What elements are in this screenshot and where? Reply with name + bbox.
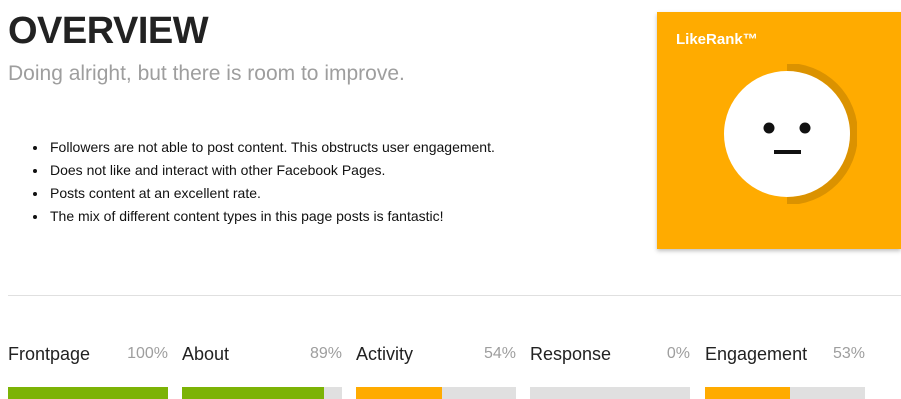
metric-progress-fill	[8, 387, 168, 399]
metric-progress-fill	[705, 387, 790, 399]
metric-percent: 100%	[127, 345, 168, 362]
page-title: OVERVIEW	[8, 10, 209, 52]
metric-progress-fill	[356, 387, 443, 399]
mouth	[774, 150, 801, 154]
metric-progress-track	[705, 387, 865, 399]
metric-name: About	[182, 344, 230, 364]
section-divider	[8, 295, 901, 296]
metric-name: Activity	[356, 344, 414, 364]
finding-item: Followers are not able to post content. …	[48, 136, 495, 159]
metric-progress-fill	[182, 387, 325, 399]
page-subtitle: Doing alright, but there is room to impr…	[8, 62, 405, 85]
likerank-label: LikeRank™	[676, 31, 758, 48]
finding-item: The mix of different content types in th…	[48, 205, 495, 228]
finding-item: Posts content at an excellent rate.	[48, 182, 495, 205]
likerank-gauge	[724, 64, 857, 204]
metric-name: Frontpage	[8, 344, 91, 364]
metric-progress-track	[182, 387, 342, 399]
metric-percent: 89%	[309, 345, 342, 362]
metric-progress-track	[356, 387, 516, 399]
metric-progress-track	[8, 387, 168, 399]
metric-percent: 0%	[666, 345, 690, 362]
metric-name: Engagement	[705, 344, 808, 364]
likerank-card: LikeRank™	[657, 12, 901, 249]
face-circle	[724, 71, 850, 197]
left-eye	[763, 122, 775, 134]
finding-item: Does not like and interact with other Fa…	[48, 159, 495, 182]
metric-progress-track	[530, 387, 690, 399]
metric-percent: 54%	[483, 345, 516, 362]
metric-name: Response	[530, 344, 612, 364]
findings-list: Followers are not able to post content. …	[30, 136, 495, 228]
right-eye	[799, 122, 811, 134]
metric-percent: 53%	[832, 345, 865, 362]
